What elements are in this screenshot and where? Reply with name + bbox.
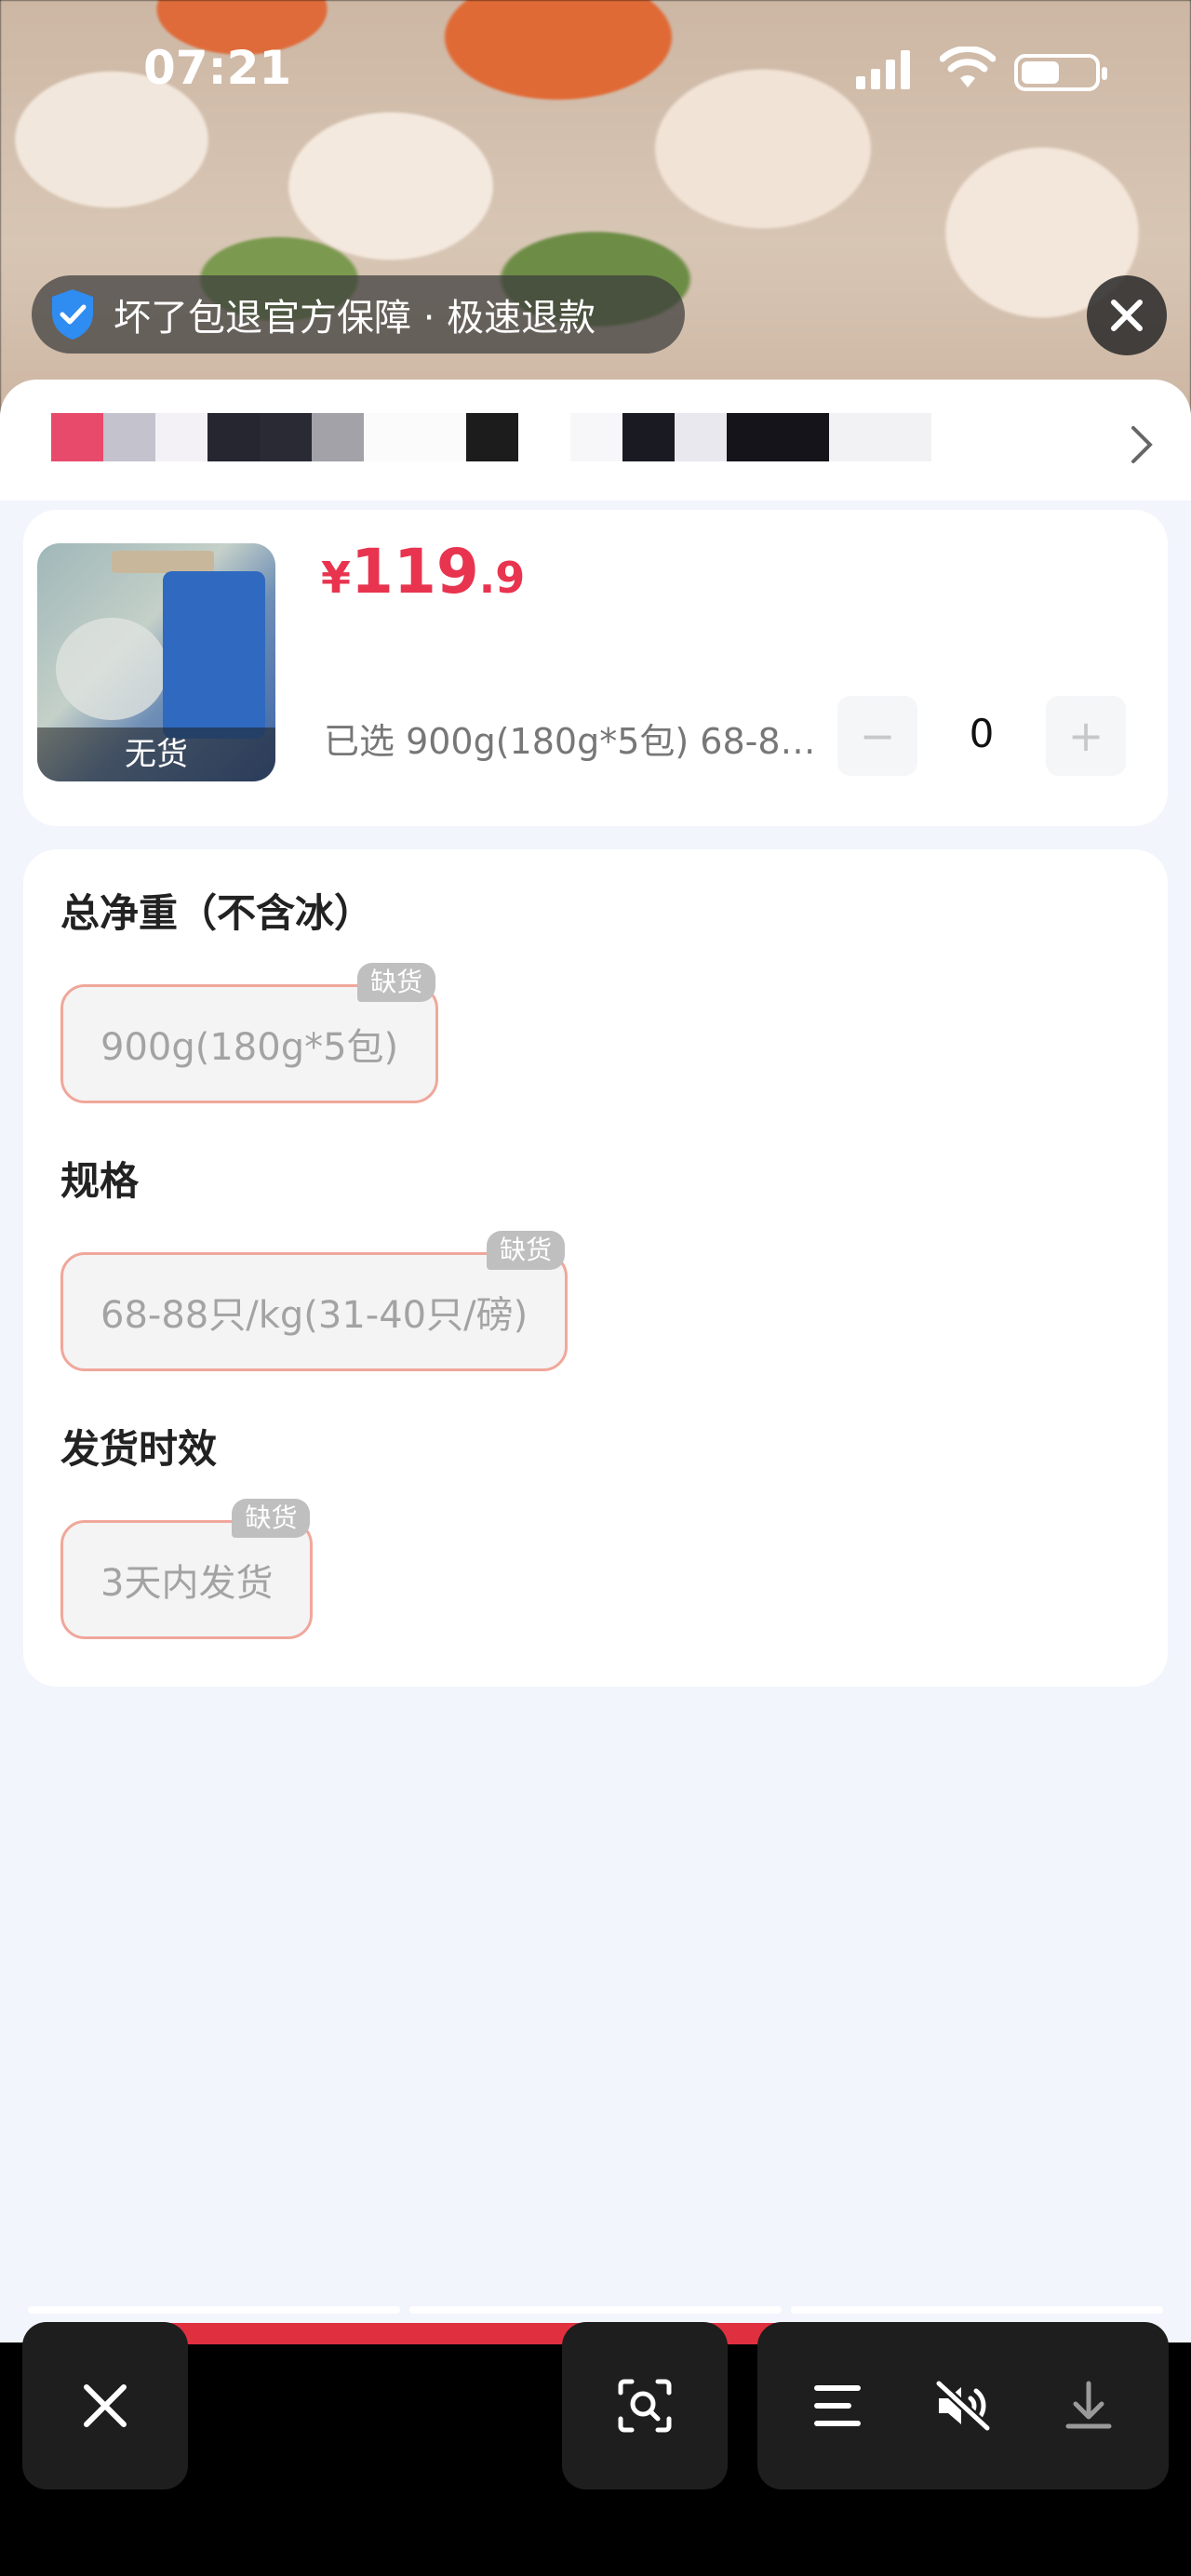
viewer-actions-group — [757, 2322, 1169, 2489]
battery-icon — [1014, 54, 1107, 91]
out-of-stock-tag: 缺货 — [232, 1499, 311, 1538]
quantity-value[interactable]: 0 — [940, 711, 1024, 756]
download-icon[interactable] — [1063, 2380, 1115, 2432]
status-bar: 07:21 — [0, 0, 1191, 140]
close-icon — [1111, 300, 1143, 331]
product-thumbnail[interactable]: 无货 — [37, 543, 275, 781]
spec-option-label: 68-88只/kg(31-40只/磅) — [100, 1294, 529, 1337]
wifi-icon — [940, 47, 996, 87]
spec-group-title-weight: 总净重（不含冰） — [60, 890, 374, 936]
out-of-stock-label: 无货 — [37, 727, 275, 781]
quantity-decrease-button[interactable]: − — [837, 696, 917, 776]
spec-group-title-size: 规格 — [60, 1158, 140, 1204]
cellular-signal-icon — [856, 48, 910, 89]
close-viewer-button[interactable] — [22, 2322, 188, 2489]
spec-group-title-shipping: 发货时效 — [60, 1426, 218, 1472]
quantity-increase-button[interactable]: + — [1046, 696, 1126, 776]
scan-search-icon — [618, 2379, 672, 2433]
status-time: 07:21 — [143, 41, 292, 95]
menu-icon[interactable] — [811, 2382, 863, 2429]
spec-option-weight[interactable]: 900g(180g*5包) 缺货 — [60, 963, 439, 1103]
visual-search-button[interactable] — [562, 2322, 728, 2489]
out-of-stock-tag: 缺货 — [357, 963, 436, 1002]
guarantee-banner[interactable]: 坏了包退官方保障 · 极速退款 — [32, 275, 685, 354]
guarantee-text: 坏了包退官方保障 · 极速退款 — [114, 297, 596, 340]
sku-selection-sheet: 无货 ¥119.9 已选 900g(180g*5包) 68-88… − 0 + … — [0, 380, 1191, 2342]
product-title-bar[interactable] — [0, 380, 1191, 501]
spec-option-label: 3天内发货 — [100, 1562, 274, 1605]
mute-icon[interactable] — [933, 2380, 993, 2432]
chevron-right-icon — [1131, 426, 1153, 463]
product-price: ¥119.9 — [321, 536, 526, 607]
spec-option-shipping[interactable]: 3天内发货 缺货 — [60, 1499, 314, 1639]
redacted-product-title — [51, 413, 931, 461]
spec-option-size[interactable]: 68-88只/kg(31-40只/磅) 缺货 — [60, 1231, 569, 1371]
close-sheet-button[interactable] — [1087, 275, 1167, 355]
close-icon — [84, 2384, 127, 2427]
out-of-stock-tag: 缺货 — [487, 1231, 566, 1270]
spec-option-label: 900g(180g*5包) — [100, 1026, 399, 1069]
shield-check-icon — [52, 289, 93, 340]
selected-sku-text: 已选 900g(180g*5包) 68-88… — [324, 721, 826, 762]
